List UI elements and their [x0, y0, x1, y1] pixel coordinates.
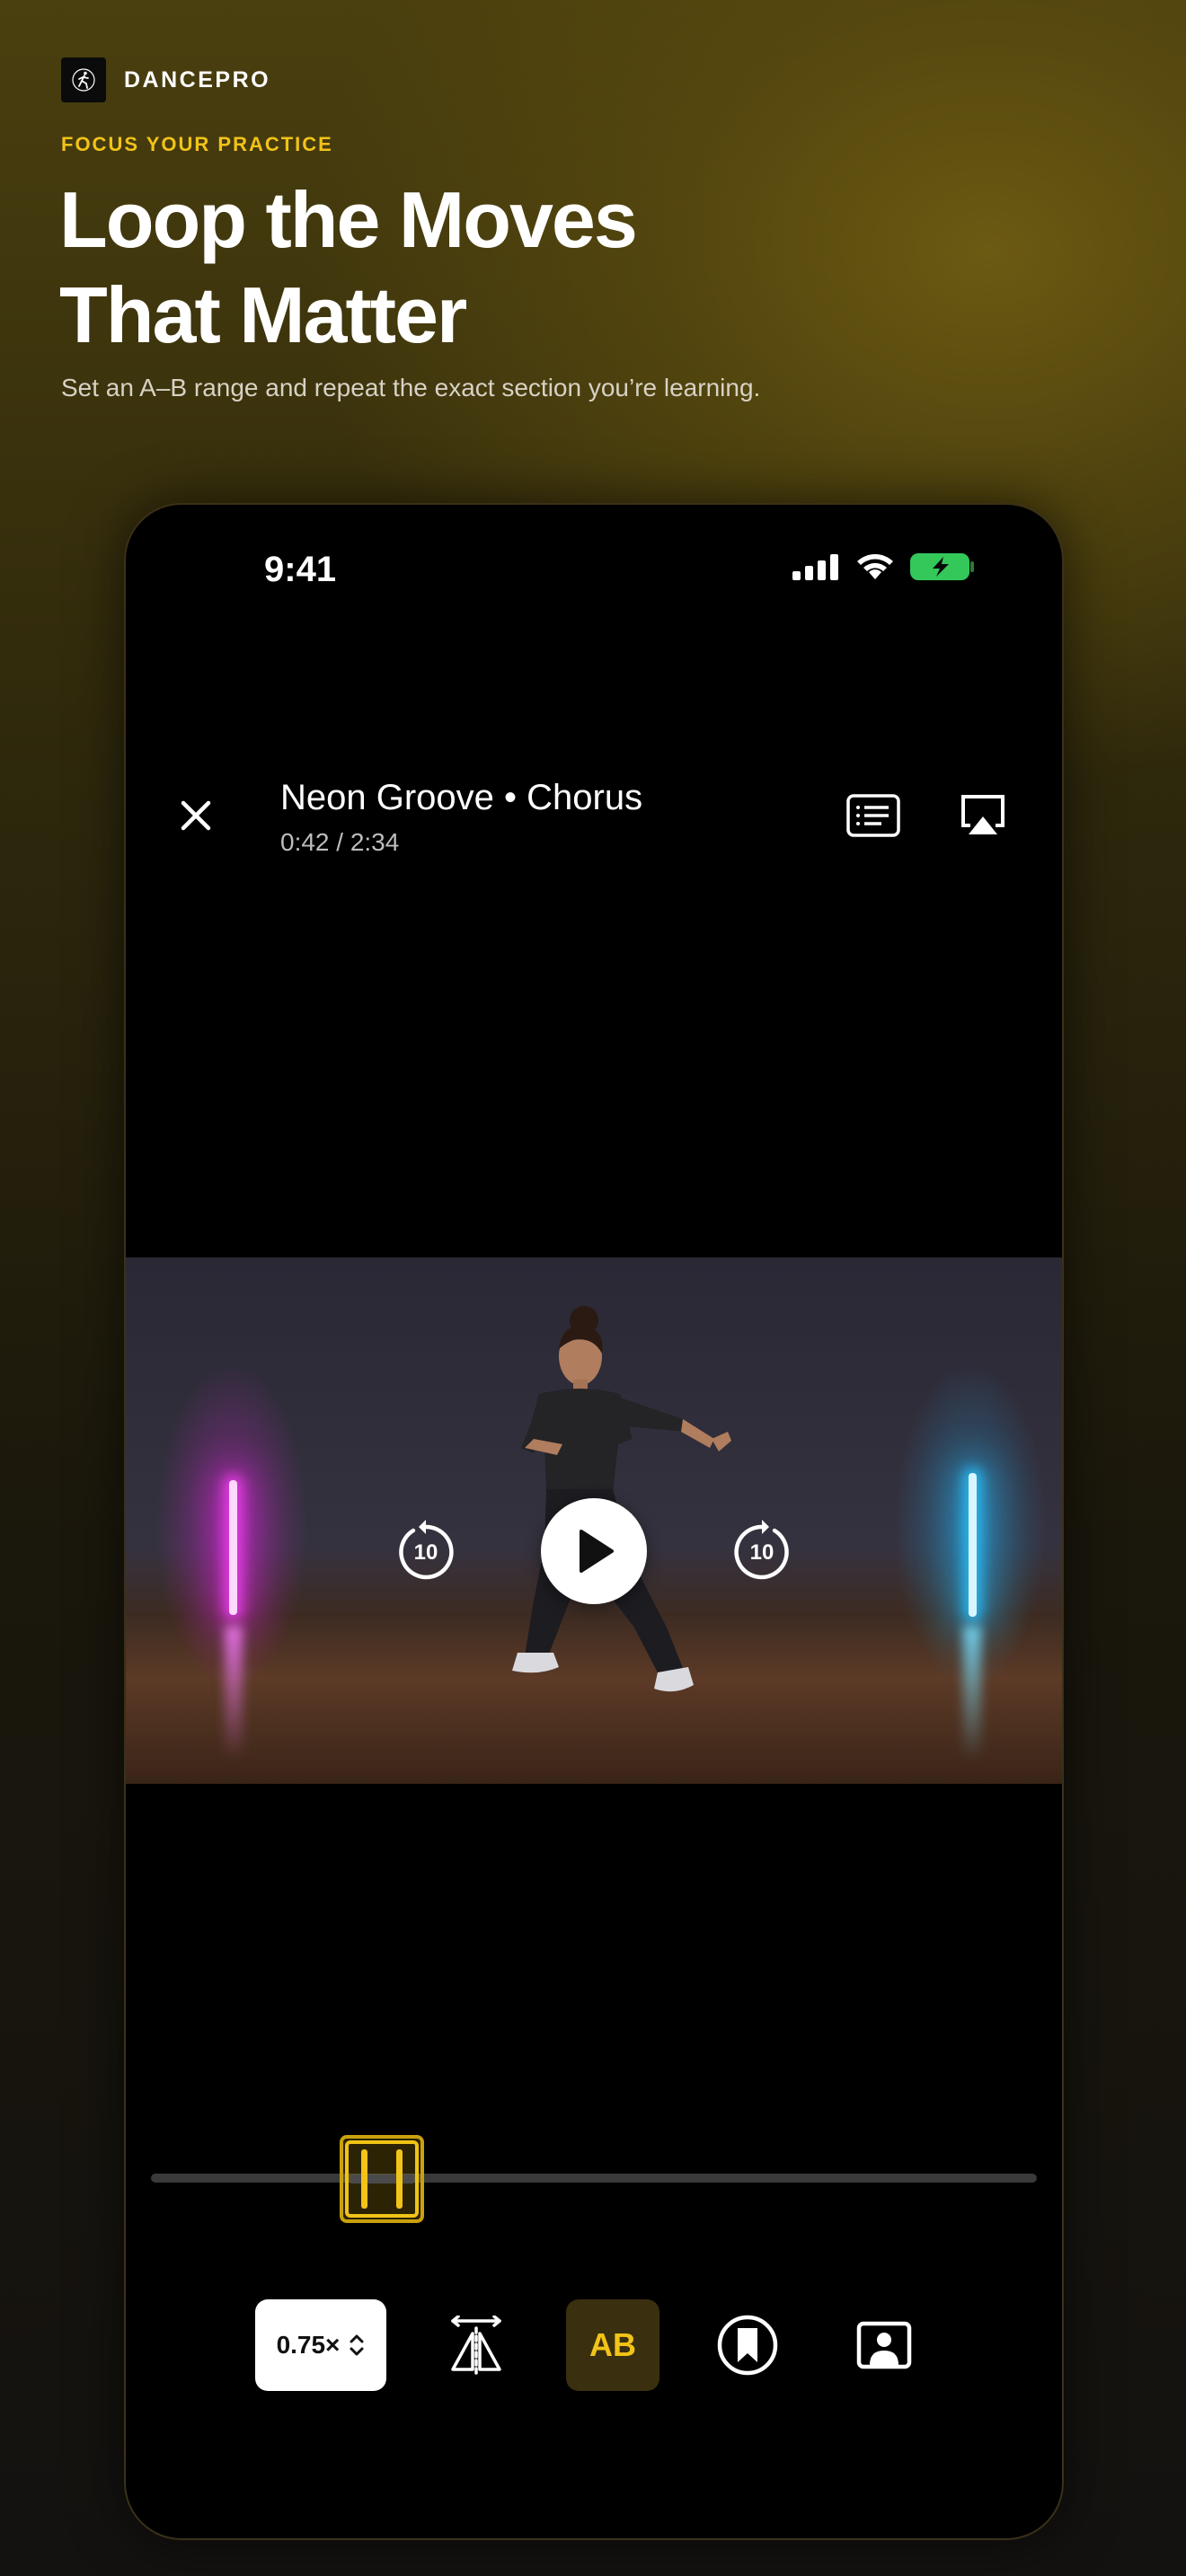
headline-line-1: Loop the Moves	[59, 175, 638, 264]
captions-button[interactable]	[837, 783, 909, 848]
bottom-toolbar: 0.75× AB	[126, 2299, 1062, 2398]
portrait-icon	[856, 2321, 912, 2369]
hero-subhead: Set an A–B range and repeat the exact se…	[61, 374, 761, 401]
video-frame[interactable]: 10 10	[126, 1257, 1062, 1784]
floor-reflection-blue	[963, 1626, 981, 1760]
airplay-button[interactable]	[947, 783, 1019, 848]
timeline-scrubber[interactable]	[151, 2174, 1037, 2183]
status-time: 9:41	[264, 550, 337, 589]
airplay-icon	[961, 795, 1005, 834]
skip-forward-button[interactable]: 10	[730, 1518, 794, 1583]
video-timecode: 0:42 / 2:34	[280, 828, 400, 856]
bookmark-button[interactable]	[701, 2299, 794, 2391]
signal-icon	[792, 554, 838, 580]
neon-light-blue	[969, 1473, 977, 1617]
status-icons	[792, 551, 976, 582]
speed-label: 0.75×	[276, 2331, 341, 2359]
close-icon	[181, 800, 211, 831]
video-title: Neon Groove • Chorus	[280, 778, 643, 817]
dancer-logo-icon	[61, 57, 106, 102]
skip-forward-label: 10	[750, 1540, 774, 1565]
brand-name: DANCEPRO	[124, 66, 271, 93]
play-button[interactable]	[541, 1498, 647, 1604]
phone-frame: 9:41 Neon Groove • Chorus 0:42 / 2:34 10…	[124, 503, 1064, 2540]
playback-speed-button[interactable]: 0.75×	[255, 2299, 386, 2391]
skip-forward-10-icon: 10	[734, 1520, 789, 1580]
brand: DANCEPRO	[61, 57, 270, 102]
portrait-button[interactable]	[837, 2299, 931, 2391]
headline-line-2: That Matter	[59, 270, 467, 359]
skip-back-10-icon: 10	[399, 1520, 454, 1580]
mirror-button[interactable]	[429, 2299, 523, 2391]
ab-loop-range-handle[interactable]	[340, 2135, 424, 2223]
skip-back-label: 10	[414, 1540, 438, 1565]
player-header: Neon Groove • Chorus 0:42 / 2:34	[126, 765, 1062, 873]
hero-eyebrow: FOCUS YOUR PRACTICE	[61, 133, 333, 155]
floor-reflection-pink	[225, 1626, 243, 1760]
captions-icon	[846, 794, 900, 837]
wifi-icon	[857, 554, 893, 579]
ab-loop-button[interactable]: AB	[566, 2299, 659, 2391]
close-button[interactable]	[164, 783, 228, 848]
play-icon	[580, 1530, 614, 1573]
mirror-icon	[451, 2316, 501, 2375]
chevron-up-down-icon	[350, 2334, 364, 2356]
neon-light-pink	[229, 1480, 237, 1615]
bookmark-icon	[717, 2315, 778, 2376]
skip-back-button[interactable]: 10	[394, 1518, 458, 1583]
battery-charging-icon	[910, 553, 974, 580]
hero-headline: Loop the Moves That Matter	[59, 172, 638, 363]
